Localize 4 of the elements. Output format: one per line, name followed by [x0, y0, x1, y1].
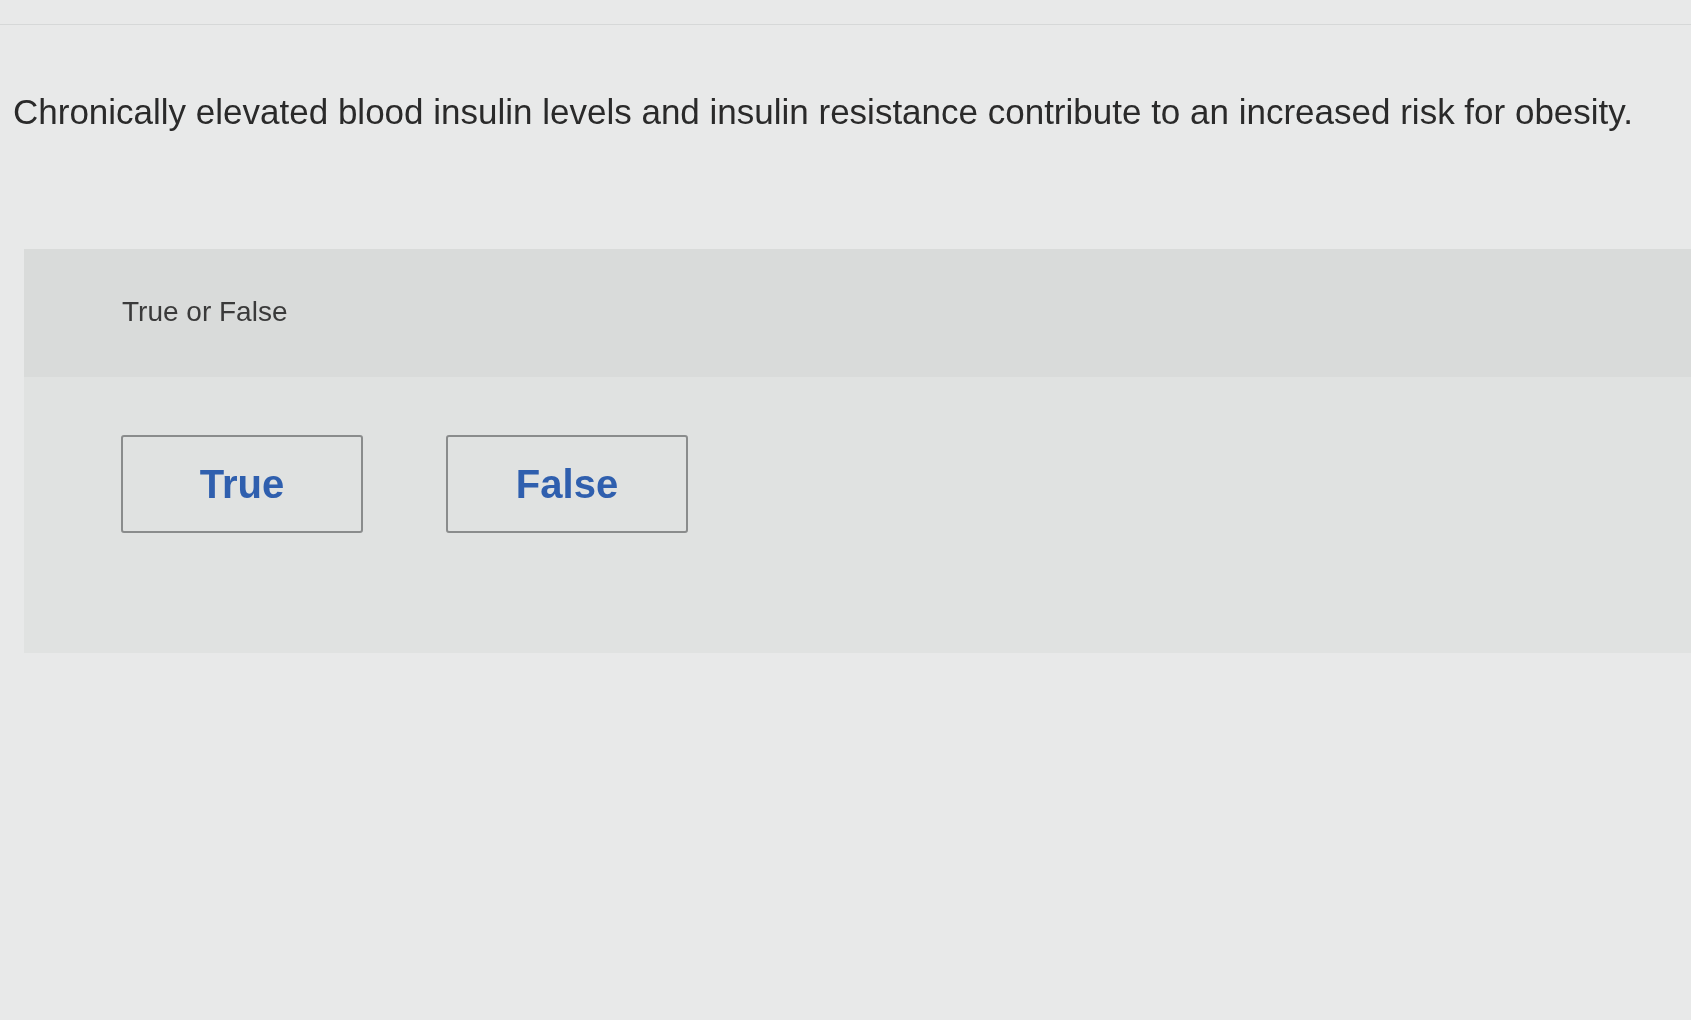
prompt-label: True or False [122, 296, 288, 327]
question-text: Chronically elevated blood insulin levels and insulin resistance contribute to an increased risk for obesity. [12, 91, 1634, 133]
answer-option-button[interactable]: False [446, 435, 688, 533]
answer-option-button[interactable]: True [121, 435, 363, 533]
